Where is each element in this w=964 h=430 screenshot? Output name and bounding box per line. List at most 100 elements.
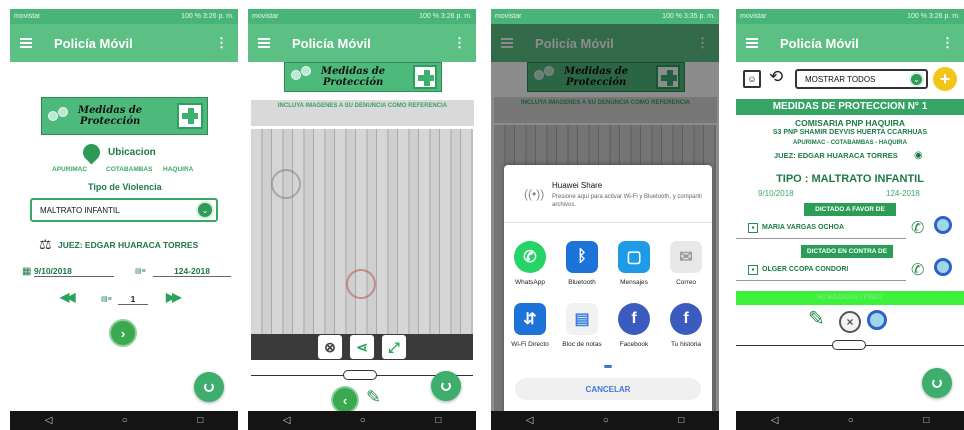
fullscreen-button[interactable]: ⤢: [382, 335, 406, 359]
huawei-share-title: Huawei Share: [552, 181, 603, 190]
logo-line-1: Medidas de: [321, 66, 386, 77]
nav-home-icon[interactable]: ○: [603, 415, 609, 426]
refresh-icon[interactable]: ⟲: [769, 67, 783, 87]
more-options-icon[interactable]: ⋮: [453, 35, 466, 51]
district: HAQUIRA: [163, 166, 194, 173]
bluetooth-icon: ᛒ: [566, 241, 598, 273]
huawei-share-desc: Presione aquí para activar Wi-Fi y Bluet…: [552, 194, 703, 208]
refresh-icon: [204, 382, 214, 392]
delete-button[interactable]: ×: [839, 311, 861, 333]
favor-label: DICTADO A FAVOR DE: [804, 203, 896, 216]
against-person: OLGER CCOPA CONDORI: [762, 266, 849, 273]
next-page-button[interactable]: ▶▶: [166, 290, 182, 304]
status-right: 100 % 3:26 p. m.: [907, 13, 960, 20]
share-app-label: Tu historia: [670, 341, 702, 348]
search-icon[interactable]: [934, 258, 952, 276]
protection-heading: MEDIDAS DE PROTECCION N° 1: [736, 99, 964, 115]
go-back-button[interactable]: ‹: [331, 386, 359, 414]
judge-name: JUEZ: EDGAR HUARACA TORRES: [58, 240, 199, 250]
menu-icon[interactable]: [746, 38, 758, 48]
eye-icon[interactable]: ◉: [914, 150, 923, 161]
violence-type-value: MALTRATO INFANTIL: [40, 205, 120, 215]
nav-back-icon[interactable]: ◁: [526, 415, 534, 426]
share-app-messages[interactable]: ▢ Mensajes: [608, 241, 660, 286]
nav-back-icon[interactable]: ◁: [771, 415, 779, 426]
share-app-label: Facebook: [619, 341, 649, 348]
share-app-label: Mensajes: [620, 279, 648, 286]
officer-name: S3 PNP SHAMIR DEYVIS HUERTA CCARHUAS: [772, 129, 928, 136]
app-bar: Policía Móvil ⋮: [736, 24, 964, 62]
refresh-fab[interactable]: [194, 372, 224, 402]
remove-image-button[interactable]: ⊗: [318, 335, 342, 359]
status-bar: movistar 100 % 3:26 p. m.: [248, 9, 476, 24]
logo-line-1: Medidas de: [78, 105, 143, 116]
share-app-notepad[interactable]: ▤ Bloc de notas: [556, 303, 608, 348]
go-forward-button[interactable]: ›: [109, 319, 137, 347]
phone-icon[interactable]: ✆: [911, 218, 924, 238]
nav-home-icon[interactable]: ○: [360, 415, 366, 426]
share-app-whatsapp[interactable]: ✆ WhatsApp: [504, 241, 556, 286]
add-button[interactable]: +: [933, 67, 957, 91]
logo-line-2: Protección: [79, 116, 141, 127]
nav-recents-icon[interactable]: □: [435, 415, 441, 426]
calendar-icon: ▦: [22, 266, 32, 277]
violence-type-select[interactable]: MALTRATO INFANTIL ⌄: [30, 198, 218, 222]
logo-line-2: Protección: [322, 77, 384, 88]
menu-icon[interactable]: [258, 38, 270, 48]
huawei-share-row[interactable]: ((•)) Huawei Share Presione aquí para ac…: [504, 165, 712, 223]
search-icon[interactable]: [934, 216, 952, 234]
location-title: Ubicacion: [108, 147, 156, 158]
refresh-fab[interactable]: [922, 368, 952, 398]
share-button[interactable]: ⋖: [350, 335, 374, 359]
gavel-icon: ⚖: [39, 236, 52, 252]
share-app-facebook[interactable]: f Facebook: [608, 303, 660, 348]
previous-page-button[interactable]: ◀◀: [60, 290, 76, 304]
refresh-icon: [932, 378, 942, 388]
nav-home-icon[interactable]: ○: [122, 415, 128, 426]
page-list-icon: ▤≡: [101, 296, 112, 303]
phone-screen-2: movistar 100 % 3:26 p. m. Policía Móvil …: [248, 9, 476, 430]
carrier: movistar: [14, 13, 41, 20]
filter-select[interactable]: MOSTRAR TODOS ⌄: [795, 69, 928, 89]
case-number: 124-2018: [886, 189, 920, 198]
phone-icon[interactable]: ✆: [911, 260, 924, 280]
wifi-direct-icon: ⇵: [514, 303, 546, 335]
whatsapp-icon: ✆: [514, 241, 546, 273]
status-bar: movistar 100 % 3:35 p. m.: [491, 9, 719, 24]
refresh-fab[interactable]: [431, 371, 461, 401]
more-options-icon[interactable]: ⋮: [215, 35, 228, 51]
android-nav-bar: ◁ ○ □: [736, 411, 964, 430]
share-app-mail[interactable]: ✉ Correo: [660, 241, 712, 286]
messages-icon: ▢: [618, 241, 650, 273]
case-number-field[interactable]: 124-2018: [153, 266, 231, 277]
pencil-icon[interactable]: ✎: [366, 387, 381, 408]
province: COTABAMBAS: [106, 166, 153, 173]
nav-home-icon[interactable]: ○: [848, 415, 854, 426]
app-logo: Medidas de Protección: [41, 97, 208, 135]
search-icon[interactable]: [867, 310, 887, 330]
nav-recents-icon[interactable]: □: [197, 415, 203, 426]
date-field[interactable]: 9/10/2018: [34, 266, 114, 277]
nav-recents-icon[interactable]: □: [678, 415, 684, 426]
highlight-bar: 5C MÁGICAS / FINES: [736, 291, 964, 305]
person-icon: ▪: [748, 223, 758, 233]
app-bar: Policía Móvil ⋮: [10, 24, 238, 62]
share-app-bluetooth[interactable]: ᛒ Bluetooth: [556, 241, 608, 286]
menu-icon[interactable]: [20, 38, 32, 48]
date: 9/10/2018: [758, 189, 794, 198]
share-app-wifi-direct[interactable]: ⇵ Wi-Fi Directo: [504, 303, 556, 348]
nav-recents-icon[interactable]: □: [923, 415, 929, 426]
nav-back-icon[interactable]: ◁: [283, 415, 291, 426]
share-app-facebook-story[interactable]: f Tu historia: [660, 303, 712, 348]
app-title: Policía Móvil: [780, 35, 859, 51]
pencil-icon[interactable]: ✎: [808, 306, 825, 331]
judge-name: JUEZ: EDGAR HUARACA TORRES: [774, 151, 898, 160]
instruction-banner: INCLUYA IMAGENES A SU DENUNCIA COMO REFE…: [251, 100, 474, 126]
nav-back-icon[interactable]: ◁: [45, 415, 53, 426]
cancel-button[interactable]: CANCELAR: [515, 378, 701, 400]
page-input[interactable]: 1: [118, 294, 148, 305]
hands-icon: [46, 105, 72, 127]
contact-card-icon[interactable]: ☺: [743, 70, 761, 88]
status-right: 100 % 3:26 p. m.: [419, 13, 472, 20]
more-options-icon[interactable]: ⋮: [941, 35, 954, 51]
